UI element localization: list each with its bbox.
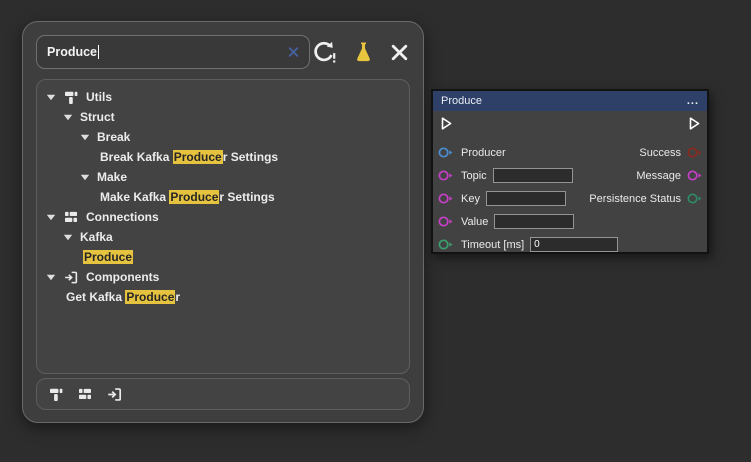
node-palette-window: Produce Utils Struct Break Break Kafka Prod… — [22, 21, 424, 423]
caret-down-icon[interactable] — [80, 174, 90, 181]
tree-leaf-item[interactable]: Break Kafka Producer Settings — [42, 147, 404, 167]
palette-tree[interactable]: Utils Struct Break Break Kafka Producer Set… — [36, 79, 410, 374]
pin-label: Message — [636, 170, 681, 182]
tree-item-label: Get Kafka Producer — [66, 290, 180, 304]
components-icon[interactable] — [106, 386, 123, 403]
pin-value-field[interactable] — [494, 214, 574, 229]
pin-value-field[interactable] — [486, 191, 566, 206]
close-icon[interactable] — [389, 42, 410, 63]
caret-down-icon[interactable] — [46, 274, 56, 281]
tree-branch-item[interactable]: Components — [42, 267, 404, 287]
node-output-row: Success — [589, 141, 703, 164]
node-body: Producer Topic Key Value Timeout [ms] Succes… — [433, 111, 707, 252]
hammer-icon — [63, 89, 79, 105]
output-pin-icon[interactable] — [687, 192, 703, 205]
input-pin-icon[interactable] — [438, 169, 454, 182]
tree-branch-item[interactable]: Make — [42, 167, 404, 187]
flask-icon[interactable] — [352, 40, 375, 65]
tree-branch-item[interactable]: Connections — [42, 207, 404, 227]
tree-item-label: Break Kafka Producer Settings — [100, 150, 278, 164]
tree-leaf-item[interactable]: Get Kafka Producer — [42, 287, 404, 307]
exec-in-pin[interactable] — [438, 115, 454, 132]
search-input-value: Produce — [47, 45, 97, 59]
tree-branch-item[interactable]: Utils — [42, 87, 404, 107]
exec-out-pin[interactable] — [686, 115, 702, 132]
node-input-row: Timeout [ms] — [438, 233, 618, 256]
node-output-pins: Success Message Persistence Status — [589, 141, 703, 210]
node-menu-button[interactable]: ... — [687, 95, 699, 107]
connections-icon — [63, 209, 79, 225]
tree-branch-item[interactable]: Kafka — [42, 227, 404, 247]
pin-label: Timeout [ms] — [461, 239, 524, 251]
search-match-highlight: Produce — [173, 150, 223, 164]
caret-down-icon[interactable] — [63, 234, 73, 241]
node-title: Produce — [441, 95, 482, 107]
caret-down-icon[interactable] — [46, 94, 56, 101]
palette-footer-toolbar — [36, 378, 410, 410]
node-output-row: Message — [589, 164, 703, 187]
clear-search-icon[interactable] — [287, 46, 300, 59]
node-input-row: Value — [438, 210, 618, 233]
tree-item-label: Make — [97, 170, 127, 184]
tree-item-label: Kafka — [80, 230, 113, 244]
input-pin-icon[interactable] — [438, 146, 454, 159]
caret-down-icon[interactable] — [46, 214, 56, 221]
pin-label: Producer — [461, 147, 506, 159]
palette-header-icons — [311, 40, 410, 65]
connections-icon[interactable] — [77, 386, 93, 402]
hammer-icon[interactable] — [48, 386, 64, 403]
tree-item-label: Connections — [86, 210, 159, 224]
tree-branch-item[interactable]: Break — [42, 127, 404, 147]
pin-value-field[interactable] — [530, 237, 618, 252]
caret-down-icon[interactable] — [80, 134, 90, 141]
tree-item-label: Components — [86, 270, 159, 284]
tree-branch-item[interactable]: Struct — [42, 107, 404, 127]
produce-node[interactable]: Produce ... Producer Topic Key Value Timeout… — [431, 89, 709, 254]
caret-down-icon[interactable] — [63, 114, 73, 121]
tree-item-label: Produce — [83, 250, 133, 264]
input-pin-icon[interactable] — [438, 215, 454, 228]
text-cursor — [98, 45, 99, 59]
input-pin-icon[interactable] — [438, 192, 454, 205]
tree-item-label: Struct — [80, 110, 115, 124]
search-match-highlight: Produce — [169, 190, 219, 204]
input-pin-icon[interactable] — [438, 238, 454, 251]
tree-item-label: Make Kafka Producer Settings — [100, 190, 275, 204]
node-output-row: Persistence Status — [589, 187, 703, 210]
node-title-bar[interactable]: Produce ... — [433, 91, 707, 111]
search-input[interactable]: Produce — [36, 35, 310, 69]
tree-leaf-item[interactable]: Produce — [42, 247, 404, 267]
components-icon — [63, 269, 79, 285]
tree-item-label: Utils — [86, 90, 112, 104]
palette-search-row: Produce — [36, 35, 410, 69]
pin-label: Value — [461, 216, 488, 228]
tree-leaf-item[interactable]: Make Kafka Producer Settings — [42, 187, 404, 207]
pin-label: Key — [461, 193, 480, 205]
pin-label: Success — [639, 147, 681, 159]
pin-value-field[interactable] — [493, 168, 573, 183]
output-pin-icon[interactable] — [687, 146, 703, 159]
refresh-alert-icon[interactable] — [311, 40, 338, 65]
search-match-highlight: Produce — [83, 250, 133, 264]
pin-label: Persistence Status — [589, 193, 681, 205]
tree-item-label: Break — [97, 130, 130, 144]
search-match-highlight: Produce — [125, 290, 175, 304]
output-pin-icon[interactable] — [687, 169, 703, 182]
pin-label: Topic — [461, 170, 487, 182]
